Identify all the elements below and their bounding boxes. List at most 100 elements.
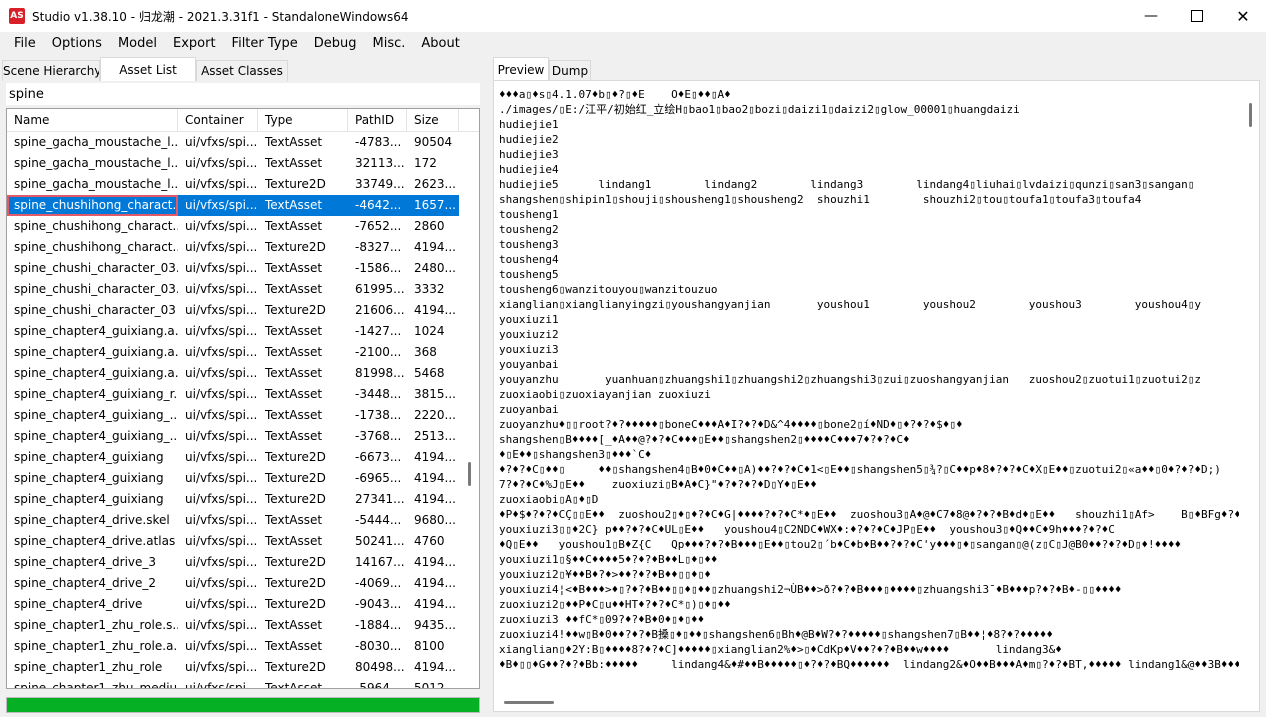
tab-asset-classes[interactable]: Asset Classes xyxy=(196,60,288,81)
tab-scene-hierarchy[interactable]: Scene Hierarchy xyxy=(2,60,100,81)
preview-line: hudiejie2 xyxy=(499,133,559,146)
minimize-icon[interactable]: — xyxy=(1128,0,1174,32)
asset-type-cell: TextAsset xyxy=(265,366,323,380)
asset-type-cell: Texture2D xyxy=(265,177,326,191)
asset-type-cell: Texture2D xyxy=(265,492,326,506)
asset-container-cell: ui/vfxs/spi... xyxy=(185,240,258,254)
table-row[interactable]: spine_chushihong_charact... ui/vfxs/spi..… xyxy=(7,195,459,216)
table-row[interactable]: spine_chapter4_guixiang ui/vfxs/spi... Tex… xyxy=(7,468,459,489)
preview-horizontal-scroll-thumb[interactable] xyxy=(504,701,554,704)
maximize-icon[interactable] xyxy=(1174,0,1220,32)
asset-name-cell: spine_chushihong_charact... xyxy=(14,240,178,254)
column-header-name[interactable]: Name xyxy=(7,109,178,131)
asset-type-cell: TextAsset xyxy=(265,513,323,527)
asset-container-cell: ui/vfxs/spi... xyxy=(185,534,258,548)
asset-list-scroll-thumb[interactable] xyxy=(468,462,471,486)
asset-name-cell: spine_gacha_moustache_l... xyxy=(14,156,178,170)
table-row[interactable]: spine_chapter4_guixiang_... ui/vfxs/spi..… xyxy=(7,405,459,426)
asset-list-header: Name Container Type PathID Size xyxy=(7,109,479,132)
table-row[interactable]: spine_chushi_character_03... ui/vfxs/spi.… xyxy=(7,258,459,279)
table-row[interactable]: spine_chushi_character_03 ui/vfxs/spi... T… xyxy=(7,300,459,321)
preview-line: tousheng5 xyxy=(499,268,559,281)
asset-list-scrollbar[interactable] xyxy=(461,132,479,688)
preview-line: youxiuzi1 xyxy=(499,313,559,326)
asset-container-cell: ui/vfxs/spi... xyxy=(185,450,258,464)
table-row[interactable]: spine_gacha_moustache_l... ui/vfxs/spi...… xyxy=(7,174,459,195)
asset-list[interactable]: Name Container Type PathID Size spine_ga… xyxy=(6,108,480,689)
asset-name-cell: spine_chapter4_guixiang.a... xyxy=(14,324,178,338)
preview-area[interactable]: ♦♦♦a▯♦s▯4.1.07♦b▯♦?▯♦E O♦E▯♦♦▯A♦ ./images… xyxy=(493,80,1260,712)
table-row[interactable]: spine_chapter4_drive.atlas ui/vfxs/spi...… xyxy=(7,531,459,552)
menu-export[interactable]: Export xyxy=(165,32,224,56)
search-input[interactable] xyxy=(6,83,480,105)
asset-container-cell: ui/vfxs/spi... xyxy=(185,513,258,527)
asset-size-cell: 4194... xyxy=(414,450,456,464)
preview-line: youyanzhu yuanhuan▯zhuangshi1▯zhuangshi2… xyxy=(499,373,1201,386)
asset-container-cell: ui/vfxs/spi... xyxy=(185,471,258,485)
menu-filter-type[interactable]: Filter Type xyxy=(224,32,306,56)
table-row[interactable]: spine_chapter4_drive ui/vfxs/spi... Textur… xyxy=(7,594,459,615)
column-header-container[interactable]: Container xyxy=(178,109,258,131)
table-row[interactable]: spine_chapter4_guixiang ui/vfxs/spi... Tex… xyxy=(7,447,459,468)
table-row[interactable]: spine_gacha_moustache_l... ui/vfxs/spi...… xyxy=(7,132,459,153)
asset-pathid-cell: -1427... xyxy=(355,324,402,338)
asset-type-cell: Texture2D xyxy=(265,597,326,611)
asset-pathid-cell: -7652... xyxy=(355,219,402,233)
table-row[interactable]: spine_chapter4_guixiang_r... ui/vfxs/spi.… xyxy=(7,384,459,405)
preview-line: hudiejie4 xyxy=(499,163,559,176)
column-header-type[interactable]: Type xyxy=(258,109,348,131)
asset-container-cell: ui/vfxs/spi... xyxy=(185,135,258,149)
asset-type-cell: Texture2D xyxy=(265,576,326,590)
preview-vertical-scrollbar[interactable] xyxy=(1243,99,1259,695)
close-icon[interactable]: ✕ xyxy=(1220,0,1266,32)
table-row[interactable]: spine_chapter4_drive.skel ui/vfxs/spi... T… xyxy=(7,510,459,531)
table-row[interactable]: spine_chapter4_drive_2 ui/vfxs/spi... Text… xyxy=(7,573,459,594)
asset-container-cell: ui/vfxs/spi... xyxy=(185,198,258,212)
asset-container-cell: ui/vfxs/spi... xyxy=(185,156,258,170)
preview-vertical-scroll-thumb[interactable] xyxy=(1249,103,1252,127)
asset-name-cell: spine_chapter4_guixiang_... xyxy=(14,408,178,422)
asset-container-cell: ui/vfxs/spi... xyxy=(185,597,258,611)
table-row[interactable]: spine_chapter1_zhu_role.a... ui/vfxs/spi.… xyxy=(7,636,459,657)
column-header-size[interactable]: Size xyxy=(407,109,459,131)
table-row[interactable]: spine_chapter4_guixiang.a... ui/vfxs/spi.… xyxy=(7,342,459,363)
table-row[interactable]: spine_chapter1_zhu_mediu... ui/vfxs/spi..… xyxy=(7,678,459,688)
table-row[interactable]: spine_chushihong_charact... ui/vfxs/spi..… xyxy=(7,237,459,258)
table-row[interactable]: spine_chapter4_guixiang.a... ui/vfxs/spi.… xyxy=(7,363,459,384)
asset-pathid-cell: 21606... xyxy=(355,303,405,317)
menu-file[interactable]: File xyxy=(6,32,44,56)
table-row[interactable]: spine_chapter4_guixiang ui/vfxs/spi... Tex… xyxy=(7,489,459,510)
asset-size-cell: 9435... xyxy=(414,618,456,632)
asset-pathid-cell: 27341... xyxy=(355,492,405,506)
asset-pathid-cell: 61995... xyxy=(355,282,405,296)
menu-options[interactable]: Options xyxy=(44,32,110,56)
tab-asset-list[interactable]: Asset List xyxy=(100,57,196,81)
column-header-pathid[interactable]: PathID xyxy=(348,109,407,131)
asset-type-cell: TextAsset xyxy=(265,219,323,233)
menu-debug[interactable]: Debug xyxy=(306,32,365,56)
asset-size-cell: 2480... xyxy=(414,261,456,275)
asset-size-cell: 4194... xyxy=(414,597,456,611)
table-row[interactable]: spine_chapter4_drive_3 ui/vfxs/spi... Text… xyxy=(7,552,459,573)
table-row[interactable]: spine_chushihong_charact... ui/vfxs/spi..… xyxy=(7,216,459,237)
asset-container-cell: ui/vfxs/spi... xyxy=(185,387,258,401)
tab-preview[interactable]: Preview xyxy=(493,57,549,81)
preview-line: youxiuzi2 xyxy=(499,328,559,341)
preview-line: zuoyanzhu♦▯▯root?♦?♦♦♦♦♦▯boneC♦♦♦A♦I?♦?♦… xyxy=(499,418,963,431)
table-row[interactable]: spine_chapter4_guixiang.a... ui/vfxs/spi.… xyxy=(7,321,459,342)
table-row[interactable]: spine_chapter1_zhu_role ui/vfxs/spi... Tex… xyxy=(7,657,459,678)
menu-about[interactable]: About xyxy=(413,32,467,56)
table-row[interactable]: spine_chushi_character_03... ui/vfxs/spi.… xyxy=(7,279,459,300)
preview-line: hudiejie5 lindang1 lindang2 lindang3 lin… xyxy=(499,178,1195,191)
menu-model[interactable]: Model xyxy=(110,32,165,56)
table-row[interactable]: spine_gacha_moustache_l... ui/vfxs/spi...… xyxy=(7,153,459,174)
table-row[interactable]: spine_chapter1_zhu_role.s... ui/vfxs/spi.… xyxy=(7,615,459,636)
table-row[interactable]: spine_chapter4_guixiang_... ui/vfxs/spi..… xyxy=(7,426,459,447)
asset-name-cell: spine_chapter4_drive xyxy=(14,597,143,611)
asset-size-cell: 368 xyxy=(414,345,437,359)
preview-horizontal-scrollbar[interactable] xyxy=(500,699,1240,707)
menu-misc[interactable]: Misc. xyxy=(365,32,414,56)
asset-type-cell: TextAsset xyxy=(265,324,323,338)
tab-dump[interactable]: Dump xyxy=(549,60,591,81)
asset-container-cell: ui/vfxs/spi... xyxy=(185,660,258,674)
